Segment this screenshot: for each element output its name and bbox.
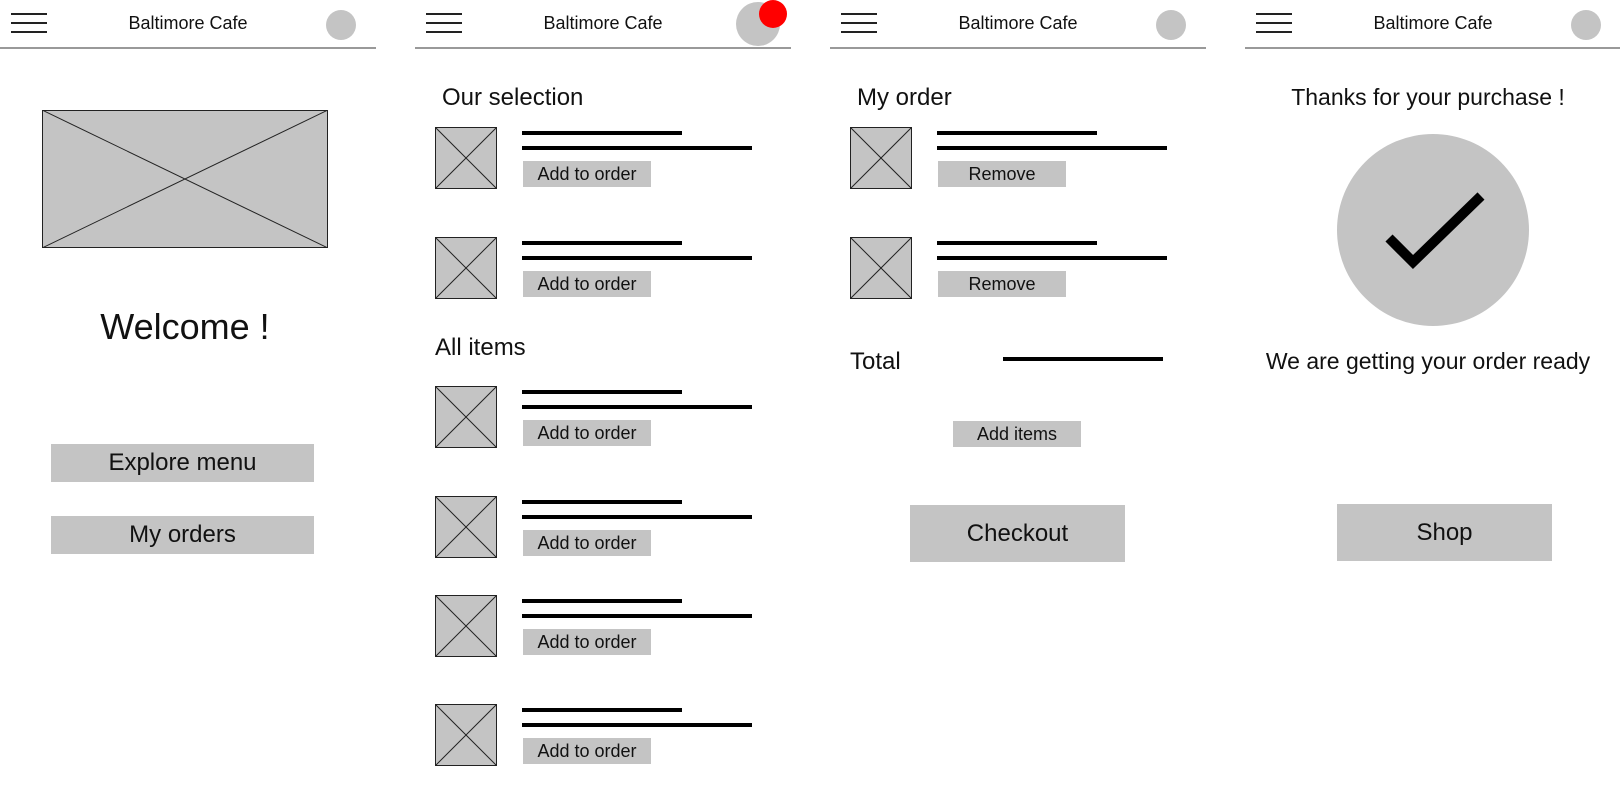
- item-name-line: [522, 131, 682, 135]
- header-divider: [0, 47, 376, 49]
- item-name-line: [522, 390, 682, 394]
- order-status-text: We are getting your order ready: [1265, 348, 1591, 374]
- item-name-line: [937, 241, 1097, 245]
- hero-image-placeholder: [42, 110, 328, 248]
- item-name-line: [522, 241, 682, 245]
- header-divider: [1245, 47, 1620, 49]
- total-value-line: [1003, 357, 1163, 361]
- add-to-order-button[interactable]: Add to order: [523, 161, 651, 187]
- header-divider: [415, 47, 791, 49]
- screen-my-order: Baltimore Cafe My order Remove Remove Tot…: [830, 0, 1206, 812]
- thanks-heading: Thanks for your purchase !: [1291, 84, 1565, 110]
- header-divider: [830, 47, 1206, 49]
- item-description-line: [522, 515, 752, 519]
- section-heading-selection: Our selection: [442, 84, 584, 111]
- image-placeholder-icon: [435, 127, 497, 189]
- item-name-line: [522, 599, 682, 603]
- add-to-order-button[interactable]: Add to order: [523, 629, 651, 655]
- item-name-line: [937, 131, 1097, 135]
- app-title: Baltimore Cafe: [958, 13, 1078, 33]
- item-description-line: [522, 614, 752, 618]
- my-orders-button[interactable]: My orders: [51, 516, 314, 554]
- profile-avatar-icon[interactable]: [326, 10, 356, 40]
- my-order-heading: My order: [857, 84, 952, 111]
- profile-avatar-icon[interactable]: [1571, 10, 1601, 40]
- item-description-line: [522, 256, 752, 260]
- item-description-line: [522, 146, 752, 150]
- add-to-order-button[interactable]: Add to order: [523, 738, 651, 764]
- screen-menu: Baltimore Cafe Our selection All items A…: [415, 0, 791, 812]
- checkmark-icon: [1337, 134, 1529, 326]
- total-label: Total: [850, 348, 901, 375]
- image-placeholder-icon: [435, 595, 497, 657]
- screen-welcome: Baltimore Cafe Welcome ! Explore menu My…: [0, 0, 376, 812]
- screen-confirmation: Baltimore Cafe Thanks for your purchase …: [1245, 0, 1620, 812]
- item-description-line: [522, 405, 752, 409]
- image-placeholder-icon: [850, 237, 912, 299]
- image-placeholder-icon: [435, 386, 497, 448]
- section-heading-all: All items: [435, 334, 526, 361]
- profile-avatar-icon[interactable]: [1156, 10, 1186, 40]
- app-title: Baltimore Cafe: [543, 13, 663, 33]
- item-description-line: [522, 723, 752, 727]
- item-name-line: [522, 708, 682, 712]
- image-placeholder-icon: [435, 704, 497, 766]
- add-to-order-button[interactable]: Add to order: [523, 271, 651, 297]
- welcome-heading: Welcome !: [100, 306, 270, 347]
- remove-button[interactable]: Remove: [938, 271, 1066, 297]
- item-description-line: [937, 146, 1167, 150]
- notification-dot-icon: [759, 0, 787, 28]
- explore-menu-button[interactable]: Explore menu: [51, 444, 314, 482]
- app-title: Baltimore Cafe: [1373, 13, 1493, 33]
- image-placeholder-icon: [435, 237, 497, 299]
- checkout-button[interactable]: Checkout: [910, 505, 1125, 562]
- image-placeholder-icon: [435, 496, 497, 558]
- add-items-button[interactable]: Add items: [953, 421, 1081, 447]
- image-placeholder-icon: [850, 127, 912, 189]
- app-title: Baltimore Cafe: [128, 13, 248, 33]
- item-name-line: [522, 500, 682, 504]
- shop-button[interactable]: Shop: [1337, 504, 1552, 561]
- add-to-order-button[interactable]: Add to order: [523, 530, 651, 556]
- item-description-line: [937, 256, 1167, 260]
- add-to-order-button[interactable]: Add to order: [523, 420, 651, 446]
- remove-button[interactable]: Remove: [938, 161, 1066, 187]
